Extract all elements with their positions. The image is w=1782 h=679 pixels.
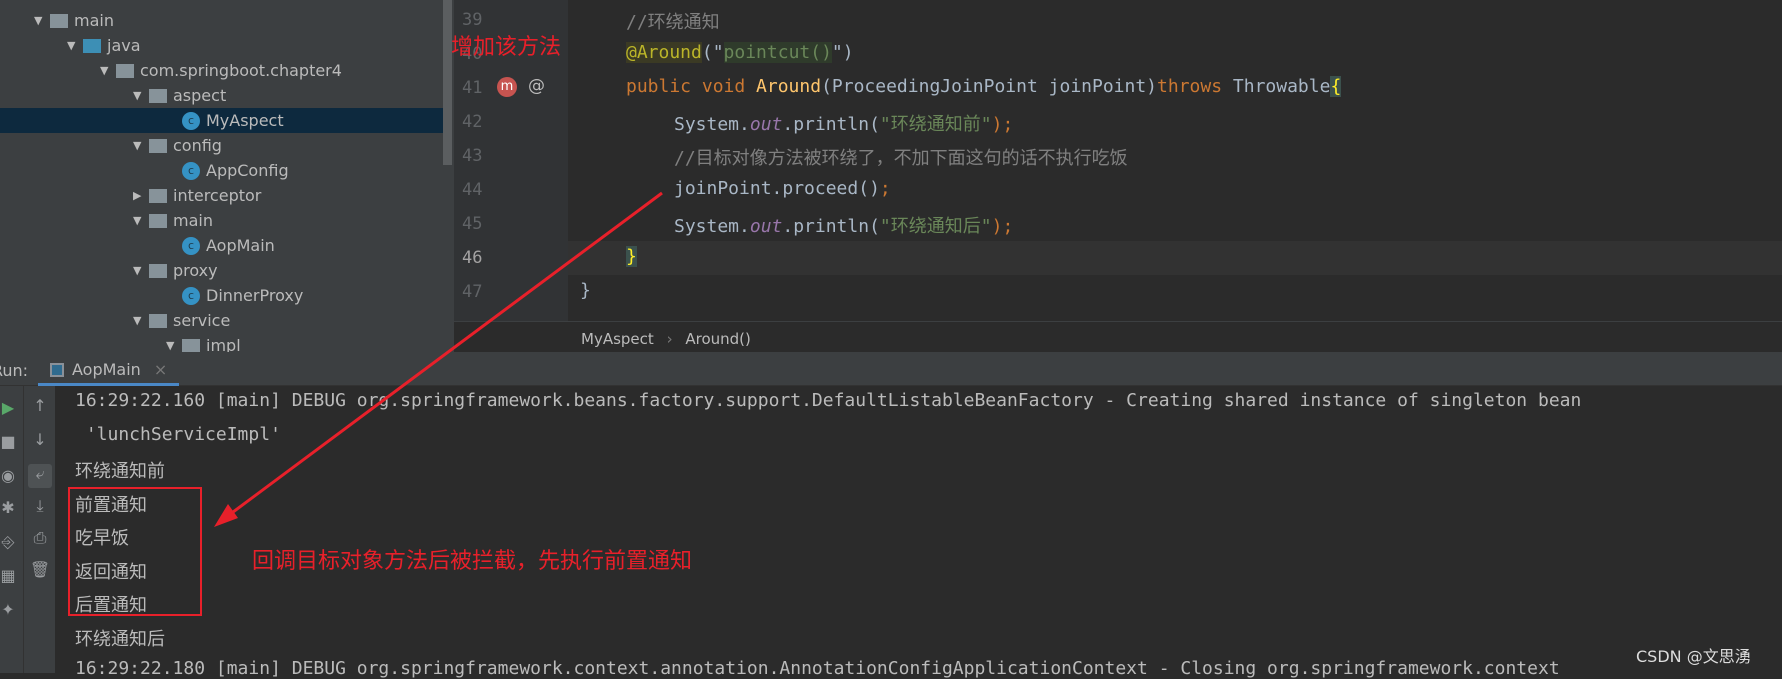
annotation-arrow bbox=[214, 191, 663, 527]
watermark: CSDN @文思湧 bbox=[1636, 647, 1751, 666]
